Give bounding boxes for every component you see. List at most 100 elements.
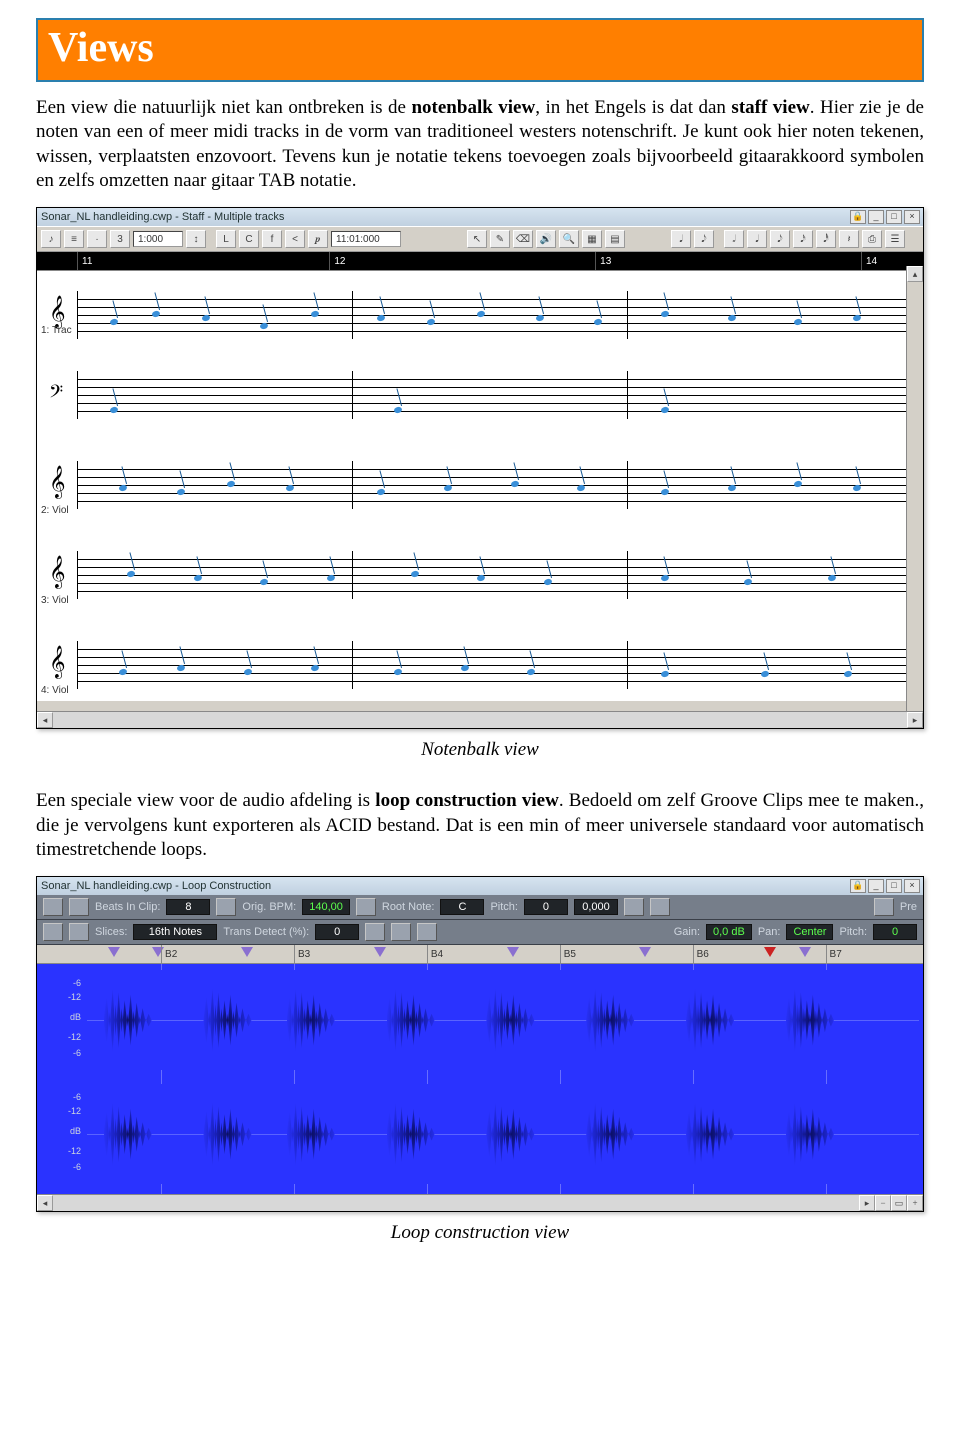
loop-time-ruler[interactable]: B2 B3 B4 B5 B6 B7 — [37, 945, 923, 964]
slice-marker-icon[interactable] — [799, 947, 811, 957]
db-axis: -6 -12 dB -12 -6 -6 -12 dB -12 -6 — [37, 964, 87, 1194]
view-options-icon[interactable]: ☰ — [885, 230, 905, 248]
note-duration-icon[interactable]: 𝅘𝅥𝅰 — [816, 230, 836, 248]
term-notenbalk-view: notenbalk view — [411, 97, 535, 118]
tool-button[interactable]: ↕ — [186, 230, 206, 248]
envelope-icon[interactable] — [365, 923, 385, 941]
bpm-value[interactable]: 140,00 — [302, 899, 350, 915]
pitch-follow-icon[interactable] — [356, 898, 376, 916]
zoom-out-icon[interactable]: − — [875, 1195, 891, 1211]
ruler-tick: 11 — [77, 252, 92, 270]
gain-value[interactable]: 0,0 dB — [706, 924, 752, 940]
tool-button[interactable]: ≡ — [64, 230, 84, 248]
maximize-icon[interactable]: □ — [886, 879, 902, 893]
lock-icon[interactable]: 🔒 — [850, 879, 866, 893]
note-duration-icon[interactable]: 𝄽 — [839, 230, 859, 248]
minimize-icon[interactable]: _ — [868, 879, 884, 893]
maximize-icon[interactable]: □ — [886, 210, 902, 224]
layout-button[interactable]: L — [216, 230, 236, 248]
note-duration-icon[interactable]: 𝅘𝅥𝅮 — [694, 230, 714, 248]
treble-clef-icon: 𝄞 — [49, 467, 66, 499]
erase-tool-icon[interactable] — [69, 923, 89, 941]
envelope-icon[interactable] — [391, 923, 411, 941]
staff-notation-area[interactable]: 𝄞 1: Trac 𝄢 𝄞 — [37, 270, 923, 701]
close-icon[interactable]: × — [904, 210, 920, 224]
scroll-left-icon[interactable]: ◂ — [37, 712, 53, 728]
pan-value[interactable]: Center — [786, 924, 833, 940]
waveform-area[interactable]: -6 -12 dB -12 -6 -6 -12 dB -12 -6 — [37, 964, 923, 1194]
horizontal-scrollbar[interactable]: ◂ ▸ — [37, 711, 923, 728]
slice-marker-icon[interactable] — [764, 947, 776, 957]
beats-input[interactable]: 8 — [166, 899, 210, 915]
draw-tool-icon[interactable]: ✎ — [490, 230, 510, 248]
stretch-icon[interactable] — [216, 898, 236, 916]
zoom-tool-icon[interactable]: 🔍 — [559, 230, 579, 248]
slice-pitch-value[interactable]: 0 — [873, 924, 917, 940]
staff-view-screenshot: Sonar_NL handleiding.cwp - Staff - Multi… — [36, 207, 924, 729]
ruler-tick: B5 — [560, 945, 576, 963]
bpm-label: Orig. BPM: — [242, 901, 296, 913]
tool-button[interactable]: ♪ — [41, 230, 61, 248]
bass-clef-icon: 𝄢 — [49, 381, 63, 407]
slice-marker-icon[interactable] — [639, 947, 651, 957]
zoom-fit-icon[interactable]: ▭ — [891, 1195, 907, 1211]
chord-button[interactable]: C — [239, 230, 259, 248]
pre-label: Pre — [900, 901, 917, 913]
pointer-tool-icon[interactable] — [43, 923, 63, 941]
stop-icon[interactable] — [650, 898, 670, 916]
slice-marker-icon[interactable] — [507, 947, 519, 957]
loop-icon[interactable] — [69, 898, 89, 916]
close-icon[interactable]: × — [904, 879, 920, 893]
staff-track: 𝄞 3: Viol — [77, 551, 911, 599]
zoom-input[interactable]: 1:000 — [133, 231, 183, 247]
minimize-icon[interactable]: _ — [868, 210, 884, 224]
zoom-in-icon[interactable]: + — [907, 1195, 923, 1211]
scroll-right-icon[interactable]: ▸ — [859, 1195, 875, 1211]
trans-detect-label: Trans Detect (%): — [223, 926, 309, 938]
save-icon[interactable] — [43, 898, 63, 916]
loop-construction-screenshot: Sonar_NL handleiding.cwp - Loop Construc… — [36, 876, 924, 1212]
track-label: 2: Viol — [41, 505, 69, 516]
staff-time-ruler[interactable]: 11 12 13 14 — [37, 252, 923, 270]
ruler-tick: 12 — [329, 252, 345, 270]
slice-marker-icon[interactable] — [241, 947, 253, 957]
pointer-tool-icon[interactable]: ↖ — [467, 230, 487, 248]
tool-button[interactable]: 3 — [110, 230, 130, 248]
section-title: Views — [48, 24, 912, 72]
pitch-cents-input[interactable]: 0,000 — [574, 899, 618, 915]
erase-tool-icon[interactable]: ⌫ — [513, 230, 533, 248]
hairpin-button[interactable]: < — [285, 230, 305, 248]
root-note-select[interactable]: C — [440, 899, 484, 915]
note-duration-icon[interactable]: 𝅘𝅥 — [671, 230, 691, 248]
dynamics-button[interactable]: f — [262, 230, 282, 248]
scrub-tool-icon[interactable]: 🔊 — [536, 230, 556, 248]
lock-icon[interactable]: 🔒 — [850, 210, 866, 224]
print-icon[interactable]: ⎙ — [862, 230, 882, 248]
pitch-semitones-input[interactable]: 0 — [524, 899, 568, 915]
pedal-button[interactable]: 𝆏 — [308, 230, 328, 248]
note-duration-icon[interactable]: 𝅘𝅥𝅯 — [793, 230, 813, 248]
ruler-tick: B6 — [693, 945, 709, 963]
loop-toolbar-row-1: Beats In Clip: 8 Orig. BPM: 140,00 Root … — [37, 895, 923, 920]
select-tool-icon[interactable] — [874, 898, 894, 916]
horizontal-scrollbar[interactable]: ◂ ▸ − ▭ + — [37, 1194, 923, 1211]
trans-detect-input[interactable]: 0 — [315, 924, 359, 940]
slices-select[interactable]: 16th Notes — [133, 924, 217, 940]
scroll-left-icon[interactable]: ◂ — [37, 1195, 53, 1211]
note-duration-icon[interactable]: 𝅘𝅥 — [747, 230, 767, 248]
vertical-scrollbar[interactable]: ▴ — [906, 266, 923, 712]
note-duration-icon[interactable]: 𝅗𝅥 — [724, 230, 744, 248]
note-duration-icon[interactable]: 𝅘𝅥𝅮 — [770, 230, 790, 248]
gain-label: Gain: — [674, 926, 700, 938]
play-icon[interactable] — [624, 898, 644, 916]
paragraph-2: Een speciale view voor de audio afdeling… — [36, 789, 924, 862]
slice-marker-icon[interactable] — [374, 947, 386, 957]
envelope-icon[interactable] — [417, 923, 437, 941]
snap-tool-icon[interactable]: ▦ — [582, 230, 602, 248]
grid-tool-icon[interactable]: ▤ — [605, 230, 625, 248]
scroll-up-icon[interactable]: ▴ — [907, 266, 923, 282]
scroll-right-icon[interactable]: ▸ — [907, 712, 923, 728]
tool-button[interactable]: · — [87, 230, 107, 248]
slice-marker-icon[interactable] — [108, 947, 120, 957]
track-label: 3: Viol — [41, 595, 69, 606]
